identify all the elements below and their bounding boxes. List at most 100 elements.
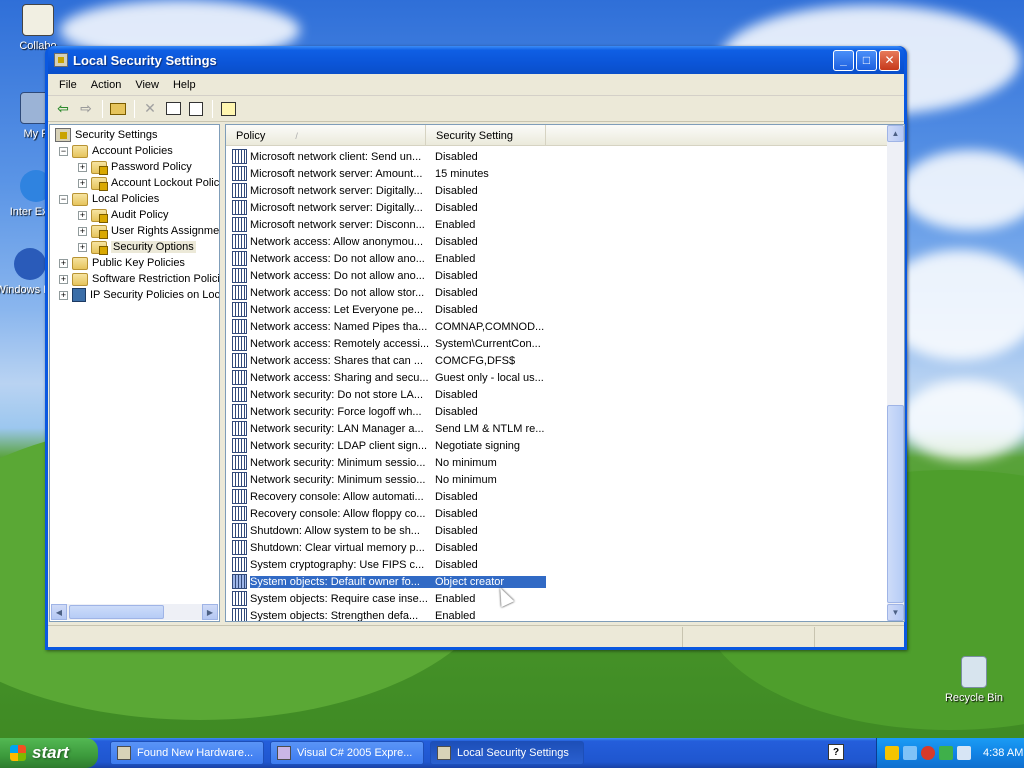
tree-item-software-restriction-policies[interactable]: + Software Restriction Policies: [59, 271, 219, 287]
menu-action[interactable]: Action: [84, 79, 129, 91]
local-security-settings-window: Local Security Settings _ □ ✕ File Actio…: [45, 46, 907, 650]
scroll-up-button[interactable]: ▲: [887, 125, 904, 142]
connection-icon[interactable]: [939, 746, 953, 760]
desktop-icon-collabo[interactable]: Collabo: [2, 4, 74, 52]
policy-row[interactable]: Network security: Force logoff wh... Disa…: [232, 403, 546, 420]
taskbar-button-local-security-settings[interactable]: Local Security Settings: [430, 741, 584, 765]
expand-toggle[interactable]: +: [59, 274, 68, 284]
volume-icon[interactable]: [957, 746, 971, 760]
list-vertical-scrollbar[interactable]: ▲ ▼: [887, 125, 904, 621]
column-header-policy[interactable]: Policy /: [226, 125, 426, 146]
start-button[interactable]: start: [0, 738, 98, 768]
taskbar-button-visual-csharp[interactable]: Visual C# 2005 Expre...: [270, 741, 424, 765]
tree-item-user-rights-assignment[interactable]: + User Rights Assignment: [78, 223, 219, 239]
expand-toggle[interactable]: +: [78, 226, 87, 236]
scroll-down-button[interactable]: ▼: [887, 604, 904, 621]
help-tray-icon[interactable]: ?: [828, 744, 844, 760]
up-one-level-button[interactable]: [107, 98, 129, 120]
menu-file[interactable]: File: [52, 79, 84, 91]
policy-row[interactable]: Network security: Do not store LA... Disa…: [232, 386, 546, 403]
tree-item-password-policy[interactable]: + Password Policy: [78, 159, 192, 175]
policy-row[interactable]: Shutdown: Allow system to be sh... Disabl…: [232, 522, 546, 539]
status-pane: [683, 627, 815, 647]
policy-row[interactable]: Network access: Let Everyone pe... Disabl…: [232, 301, 546, 318]
tree-item-security-options[interactable]: + Security Options: [78, 239, 196, 255]
security-shield-icon[interactable]: [885, 746, 899, 760]
tree-item-label: Account Lockout Policy: [111, 177, 220, 189]
scroll-left-button[interactable]: ◀: [51, 604, 67, 620]
policy-row[interactable]: System objects: Strengthen defa... Enable…: [232, 607, 546, 621]
delete-x-icon: ✕: [144, 100, 156, 116]
policy-row[interactable]: Microsoft network server: Digitally... Di…: [232, 199, 546, 216]
expand-toggle[interactable]: +: [78, 162, 87, 172]
policy-row[interactable]: Microsoft network server: Amount... 15 mi…: [232, 165, 546, 182]
tree-item-security-settings[interactable]: Security Settings: [55, 127, 158, 143]
desktop-icon-recycle-bin[interactable]: Recycle Bin: [938, 656, 1010, 704]
collapse-toggle[interactable]: −: [59, 194, 68, 204]
tree-item-ip-security-policies[interactable]: + IP Security Policies on Local Computer: [59, 287, 219, 303]
policy-row[interactable]: Network access: Sharing and secu... Guest…: [232, 369, 546, 386]
expand-toggle[interactable]: +: [78, 178, 87, 188]
policy-row[interactable]: Microsoft network client: Send un... Disa…: [232, 148, 546, 165]
menu-view[interactable]: View: [128, 79, 166, 91]
column-header-security-setting[interactable]: Security Setting: [426, 125, 546, 146]
expand-toggle[interactable]: +: [78, 242, 87, 252]
policy-icon: [232, 404, 247, 419]
policy-row[interactable]: Microsoft network server: Disconn... Enab…: [232, 216, 546, 233]
system-tray: 4:38 AM: [876, 738, 1024, 768]
maximize-button[interactable]: □: [856, 49, 877, 71]
tree-item-label: Audit Policy: [111, 209, 169, 221]
back-button[interactable]: ⇦: [52, 98, 74, 120]
policy-row[interactable]: System cryptography: Use FIPS c... Disabl…: [232, 556, 546, 573]
delete-button[interactable]: ✕: [139, 98, 161, 120]
menu-help[interactable]: Help: [166, 79, 203, 91]
policy-row[interactable]: Network access: Do not allow ano... Disab…: [232, 267, 546, 284]
policy-name: Network security: Minimum sessio...: [250, 456, 426, 469]
policy-row[interactable]: Shutdown: Clear virtual memory p... Disab…: [232, 539, 546, 556]
policy-name: Network security: LAN Manager a...: [250, 422, 424, 435]
policy-row[interactable]: Network security: Minimum sessio... No mi…: [232, 471, 546, 488]
expand-toggle[interactable]: +: [59, 290, 68, 300]
taskbar-button-found-new-hardware[interactable]: Found New Hardware...: [110, 741, 264, 765]
policy-icon: [232, 251, 247, 266]
policy-row[interactable]: Network access: Remotely accessi... Syste…: [232, 335, 546, 352]
policy-row[interactable]: Network security: LAN Manager a... Send L…: [232, 420, 546, 437]
expand-toggle[interactable]: +: [59, 258, 68, 268]
tree-item-audit-policy[interactable]: + Audit Policy: [78, 207, 168, 223]
tree-item-account-policies[interactable]: − Account Policies: [59, 143, 173, 159]
tree-item-account-lockout-policy[interactable]: + Account Lockout Policy: [78, 175, 220, 191]
export-list-icon: [189, 101, 203, 116]
policy-name: Shutdown: Clear virtual memory p...: [250, 541, 425, 554]
policy-row[interactable]: Network access: Named Pipes tha... COMNAP…: [232, 318, 546, 335]
policy-name: Network security: LDAP client sign...: [250, 439, 428, 452]
scrollbar-thumb[interactable]: [887, 405, 904, 603]
policy-row[interactable]: Recovery console: Allow floppy co... Disa…: [232, 505, 546, 522]
policy-icon: [232, 353, 247, 368]
tree-item-local-policies[interactable]: − Local Policies: [59, 191, 159, 207]
policy-row[interactable]: Network security: LDAP client sign... Neg…: [232, 437, 546, 454]
policy-row[interactable]: Microsoft network server: Digitally... Di…: [232, 182, 546, 199]
policy-row[interactable]: Network access: Shares that can ... COMCF…: [232, 352, 546, 369]
collapse-toggle[interactable]: −: [59, 146, 68, 156]
expand-toggle[interactable]: +: [78, 210, 87, 220]
minimize-button[interactable]: _: [833, 49, 854, 71]
forward-button[interactable]: ⇨: [75, 98, 97, 120]
policy-row[interactable]: Network access: Do not allow stor... Disa…: [232, 284, 546, 301]
scrollbar-thumb[interactable]: [69, 605, 164, 619]
policy-row[interactable]: Network security: Minimum sessio... No mi…: [232, 454, 546, 471]
security-alert-icon[interactable]: [921, 746, 935, 760]
policy-name: Network access: Remotely accessi...: [250, 337, 430, 350]
properties-button[interactable]: [162, 98, 184, 120]
policy-row[interactable]: Network access: Allow anonymou... Disable…: [232, 233, 546, 250]
tree-horizontal-scrollbar[interactable]: ◀ ▶: [51, 604, 218, 620]
help-button[interactable]: [217, 98, 239, 120]
export-list-button[interactable]: [185, 98, 207, 120]
close-button[interactable]: ✕: [879, 49, 900, 71]
policy-row[interactable]: Recovery console: Allow automati... Disab…: [232, 488, 546, 505]
tree-item-label: Account Policies: [92, 145, 173, 157]
scroll-right-button[interactable]: ▶: [202, 604, 218, 620]
network-icon[interactable]: [903, 746, 917, 760]
title-bar[interactable]: Local Security Settings _ □ ✕: [48, 46, 904, 74]
policy-row[interactable]: Network access: Do not allow ano... Enabl…: [232, 250, 546, 267]
tree-item-public-key-policies[interactable]: + Public Key Policies: [59, 255, 185, 271]
